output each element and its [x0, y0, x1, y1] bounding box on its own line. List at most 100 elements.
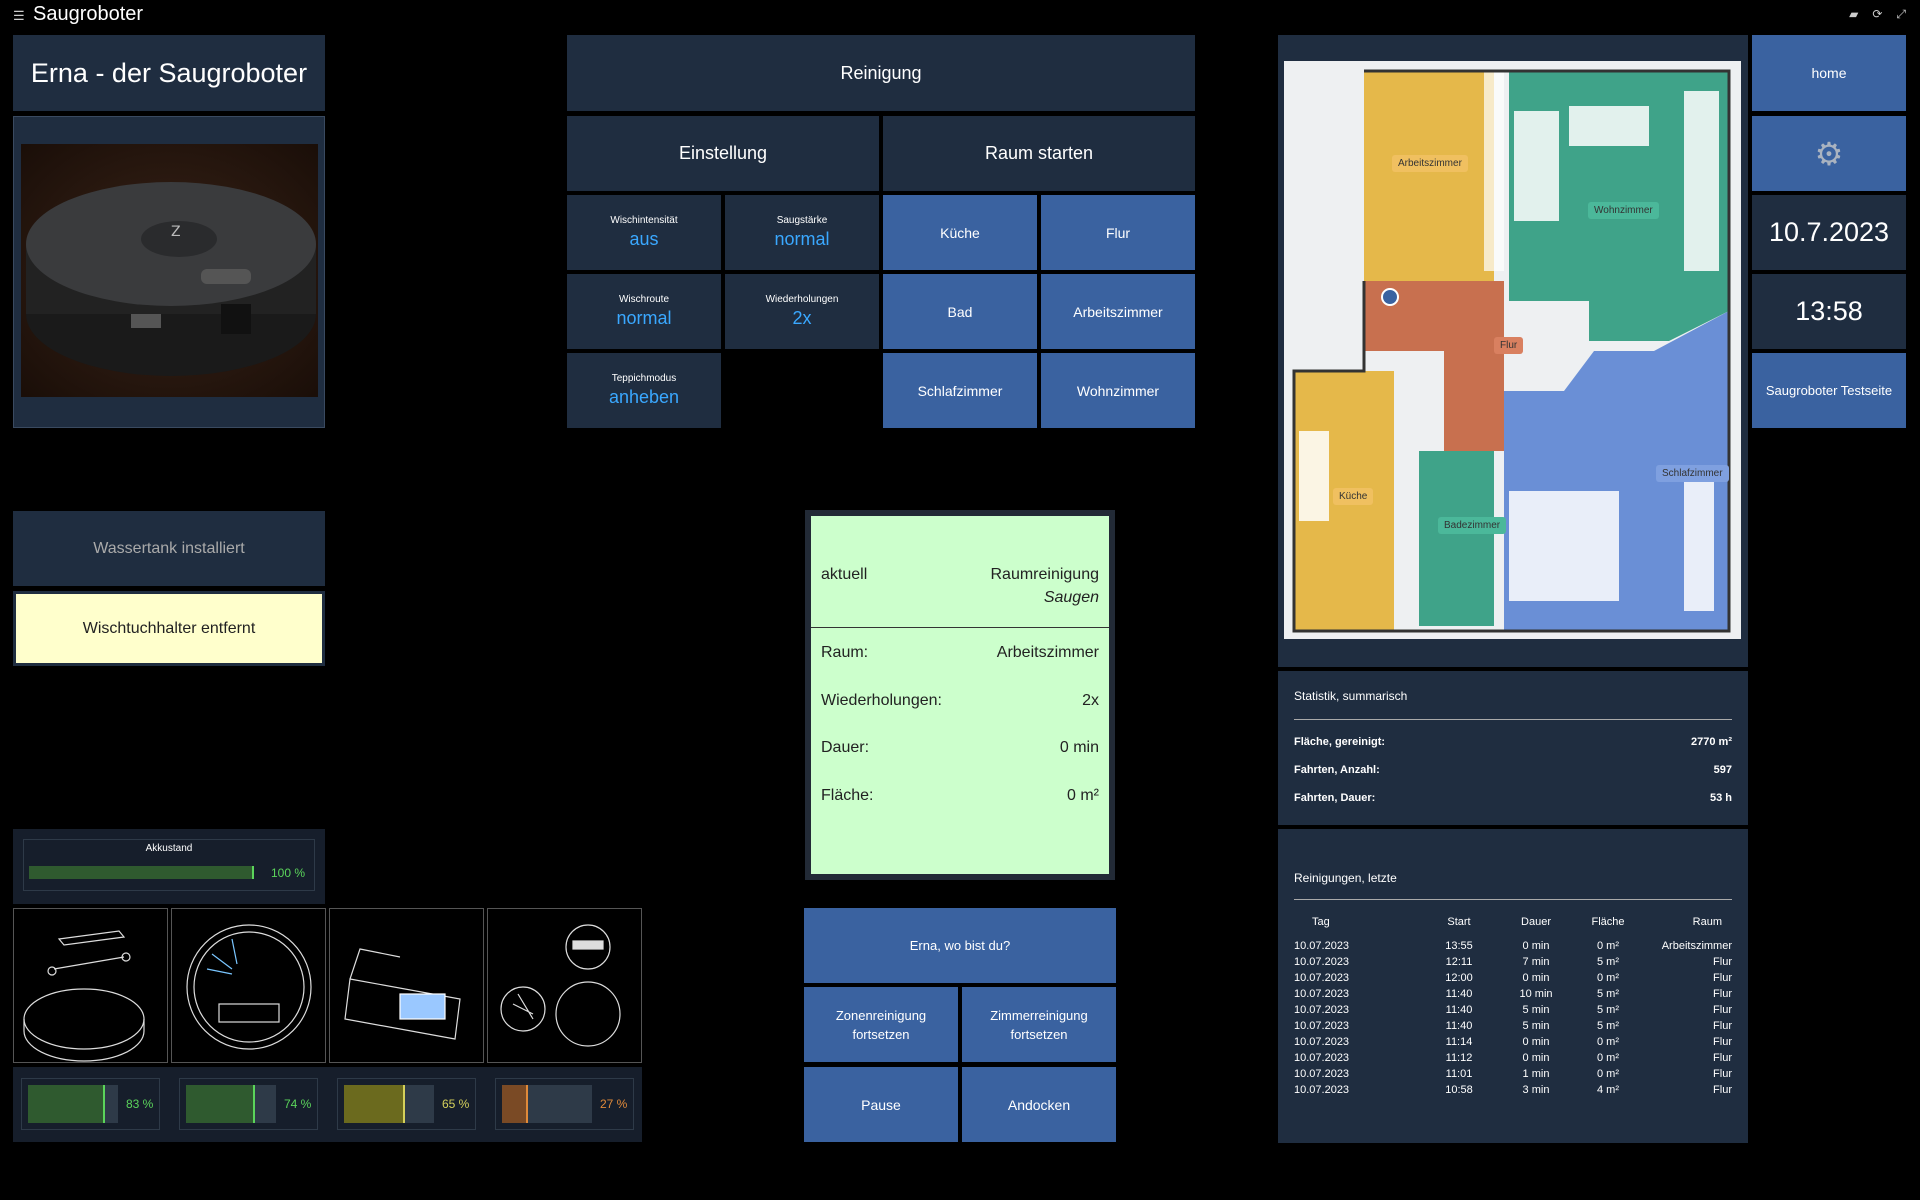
robot-position-icon: [1381, 288, 1399, 306]
cell-flaeche: 5 m²: [1597, 956, 1619, 968]
stat-label: Fläche, gereinigt:: [1294, 736, 1386, 748]
side-brush-track: [186, 1085, 276, 1123]
stat-row: Fahrten, Anzahl: 597: [1294, 764, 1732, 776]
cell-flaeche: 5 m²: [1597, 1004, 1619, 1016]
status-row-area: Fläche: 0 m²: [821, 787, 1099, 805]
status-submode: Saugen: [1043, 589, 1099, 606]
cell-dauer: 0 min: [1522, 1036, 1550, 1048]
col-tag: Tag: [1312, 916, 1330, 928]
setting-carpet-mode[interactable]: Teppichmodus anheben: [567, 353, 721, 428]
col-raum: Raum: [1692, 916, 1722, 928]
col-dauer: Dauer: [1521, 916, 1551, 928]
refresh-icon[interactable]: ⟳: [1872, 7, 1882, 22]
gear-icon[interactable]: ⚙: [1752, 116, 1906, 191]
setting-suction-power[interactable]: Saugstärke normal: [725, 195, 879, 270]
locate-button[interactable]: Erna, wo bist du?: [804, 908, 1116, 983]
status-value: 2x: [1082, 692, 1099, 709]
history-row: 10.07.2023 11:12 0 min 0 m² Flur: [1294, 1050, 1732, 1066]
room-resume-button[interactable]: Zimmerreinigung fortsetzen: [962, 987, 1116, 1062]
history-header-row: Tag Start Dauer Fläche Raum: [1294, 906, 1732, 938]
cell-flaeche: 0 m²: [1597, 1068, 1619, 1080]
cell-start: 11:40: [1445, 1020, 1473, 1032]
chat-icon[interactable]: ▰: [1849, 7, 1858, 22]
room-button-flur[interactable]: Flur: [1041, 195, 1195, 270]
room-button-schlafzimmer[interactable]: Schlafzimmer: [883, 353, 1037, 428]
history-row: 10.07.2023 13:55 0 min 0 m² Arbeitszimmer: [1294, 938, 1732, 954]
cell-flaeche: 4 m²: [1597, 1084, 1619, 1096]
setting-repetitions[interactable]: Wiederholungen 2x: [725, 274, 879, 349]
setting-label: Wischroute: [618, 294, 669, 305]
room-button-kueche[interactable]: Küche: [883, 195, 1037, 270]
history-row: 10.07.2023 12:00 0 min 0 m² Flur: [1294, 970, 1732, 986]
status-row-room: Raum: Arbeitszimmer: [821, 644, 1099, 662]
cell-dauer: 0 min: [1522, 940, 1550, 952]
cell-start: 10:58: [1445, 1084, 1473, 1096]
room-button-wohnzimmer[interactable]: Wohnzimmer: [1041, 353, 1195, 428]
cell-start: 11:12: [1445, 1052, 1473, 1064]
main-brush-fill: [28, 1085, 105, 1123]
main-brush-track: [28, 1085, 118, 1123]
status-mode: Raumreinigung: [990, 566, 1099, 583]
map-label-schlafzimmer: Schlafzimmer: [1656, 465, 1729, 482]
setting-label: Saugstärke: [776, 215, 828, 226]
robot-name-title: Erna - der Saugroboter: [13, 35, 325, 111]
robot-photo: Z: [21, 144, 318, 397]
stat-value: 597: [1713, 764, 1732, 776]
cell-raum: Flur: [1713, 1068, 1732, 1080]
sensors-fill: [502, 1085, 529, 1123]
setting-mop-intensity[interactable]: Wischintensität aus: [567, 195, 721, 270]
setting-value: normal: [774, 229, 830, 249]
status-divider: [811, 627, 1109, 628]
fullscreen-icon[interactable]: ⤢: [1896, 7, 1906, 22]
status-label: Dauer:: [821, 739, 870, 756]
cell-flaeche: 0 m²: [1597, 1036, 1619, 1048]
status-label: Raum:: [821, 644, 869, 661]
main-brush-image: [13, 908, 168, 1063]
testpage-button[interactable]: Saugroboter Testseite: [1752, 353, 1906, 428]
sensors-track: [502, 1085, 592, 1123]
room-button-arbeitszimmer[interactable]: Arbeitszimmer: [1041, 274, 1195, 349]
cell-start: 12:00: [1445, 972, 1473, 984]
pause-button[interactable]: Pause: [804, 1067, 958, 1142]
setting-mop-route[interactable]: Wischroute normal: [567, 274, 721, 349]
cell-start: 11:01: [1445, 1068, 1473, 1080]
sensors-percent: 27 %: [600, 1097, 628, 1111]
cell-raum: Flur: [1713, 1036, 1732, 1048]
home-button[interactable]: home: [1752, 35, 1906, 111]
status-value: Arbeitszimmer: [996, 644, 1099, 661]
stats-header: Statistik, summarisch: [1294, 689, 1408, 703]
zone-resume-button[interactable]: Zonenreinigung fortsetzen: [804, 987, 958, 1062]
map-label-kueche: Küche: [1333, 488, 1374, 505]
robot-image-panel: Z: [13, 116, 325, 428]
status-label: Fläche:: [821, 787, 874, 804]
cell-dauer: 1 min: [1522, 1068, 1550, 1080]
map-label-wohnzimmer: Wohnzimmer: [1588, 202, 1659, 219]
side-brush-fill: [186, 1085, 255, 1123]
date-display: 10.7.2023: [1752, 195, 1906, 270]
stat-value: 53 h: [1709, 792, 1732, 804]
app-title: Saugroboter: [33, 3, 144, 25]
stat-value: 2770 m²: [1691, 736, 1732, 748]
cleaning-header: Reinigung: [567, 35, 1195, 111]
dock-button[interactable]: Andocken: [962, 1067, 1116, 1142]
cell-tag: 10.07.2023: [1294, 1084, 1350, 1096]
main-brush-bar: 83 %: [21, 1078, 160, 1130]
cell-dauer: 7 min: [1522, 956, 1550, 968]
cell-raum: Flur: [1713, 1004, 1732, 1016]
cell-flaeche: 0 m²: [1597, 940, 1619, 952]
cell-raum: Flur: [1713, 1084, 1732, 1096]
cell-raum: Flur: [1713, 1052, 1732, 1064]
battery-label: Akkustand: [145, 843, 193, 854]
cell-start: 13:55: [1445, 940, 1473, 952]
room-button-bad[interactable]: Bad: [883, 274, 1037, 349]
filter-fill: [344, 1085, 405, 1123]
cell-flaeche: 5 m²: [1597, 988, 1619, 1000]
history-row: 10.07.2023 11:40 10 min 5 m² Flur: [1294, 986, 1732, 1002]
side-brush-bar: 74 %: [179, 1078, 318, 1130]
cell-start: 12:11: [1445, 956, 1473, 968]
cell-tag: 10.07.2023: [1294, 1036, 1350, 1048]
map-label-arbeitszimmer: Arbeitszimmer: [1392, 155, 1468, 172]
history-row: 10.07.2023 12:11 7 min 5 m² Flur: [1294, 954, 1732, 970]
battery-percent: 100 %: [271, 866, 306, 880]
menu-icon[interactable]: ☰: [13, 8, 25, 24]
